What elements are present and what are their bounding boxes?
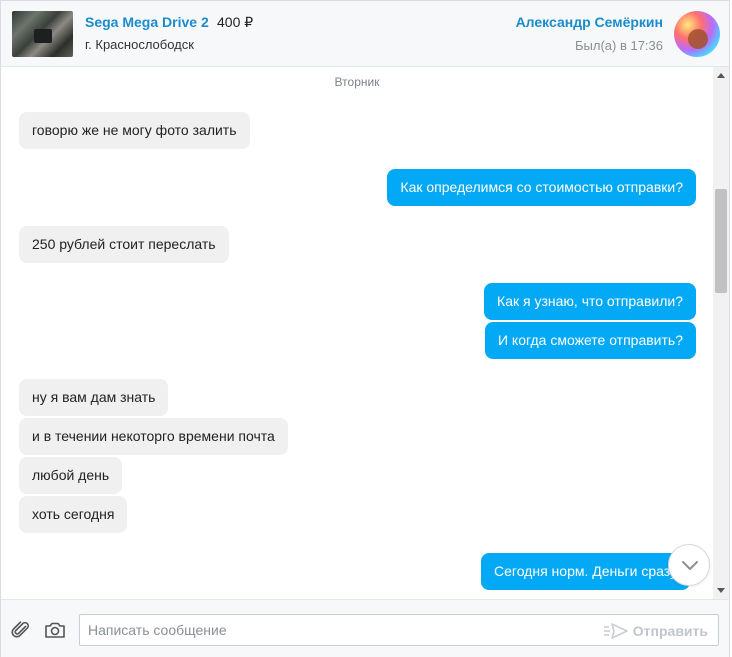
- scroll-to-bottom-button[interactable]: [668, 544, 710, 586]
- chat-window: Sega Mega Drive 2 400 ₽ г. Краснослободс…: [0, 0, 730, 657]
- product-thumbnail[interactable]: [12, 11, 73, 57]
- chat-scrollbar[interactable]: [713, 67, 729, 599]
- scrollbar-thumb[interactable]: [715, 189, 727, 293]
- last-seen-status: Был(а) в 17:36: [574, 38, 663, 53]
- message-incoming: любой день: [19, 457, 123, 494]
- send-button[interactable]: Отправить: [603, 621, 708, 641]
- message-input[interactable]: [88, 615, 588, 645]
- chevron-down-icon: [682, 561, 698, 570]
- message-incoming: 250 рублей стоит переслать: [19, 226, 229, 263]
- message-incoming: говорю же не могу фото залить: [19, 112, 250, 149]
- camera-icon[interactable]: [44, 621, 66, 639]
- send-plane-icon: [603, 623, 628, 639]
- message-incoming: хоть сегодня: [19, 496, 128, 533]
- scroll-down-arrow-icon[interactable]: [717, 588, 725, 593]
- user-avatar[interactable]: [674, 11, 720, 57]
- user-name-link[interactable]: Александр Семёркин: [516, 14, 663, 30]
- scroll-up-arrow-icon[interactable]: [717, 73, 725, 78]
- product-city: г. Краснослободск: [85, 37, 194, 52]
- message-outgoing: Как определимся со стоимостью отправки?: [387, 169, 696, 206]
- message-outgoing: Как я узнаю, что отправили?: [484, 283, 696, 320]
- message-composer: Отправить: [1, 599, 729, 657]
- message-list: Вторник говорю же не могу фото залить Ка…: [1, 67, 713, 599]
- message-input-box[interactable]: Отправить: [79, 614, 719, 646]
- day-separator: Вторник: [334, 75, 380, 89]
- paperclip-icon[interactable]: [11, 620, 31, 640]
- product-price: 400 ₽: [217, 14, 254, 30]
- send-button-label: Отправить: [632, 623, 708, 639]
- message-incoming: ну я вам дам знать: [19, 379, 169, 416]
- message-incoming: и в течении некоторго времени почта: [19, 418, 288, 455]
- product-title-link[interactable]: Sega Mega Drive 2: [85, 14, 209, 30]
- chat-header: Sega Mega Drive 2 400 ₽ г. Краснослободс…: [1, 1, 729, 67]
- message-outgoing: Сегодня норм. Деньги сразу: [481, 553, 691, 590]
- message-outgoing: И когда сможете отправить?: [484, 322, 696, 359]
